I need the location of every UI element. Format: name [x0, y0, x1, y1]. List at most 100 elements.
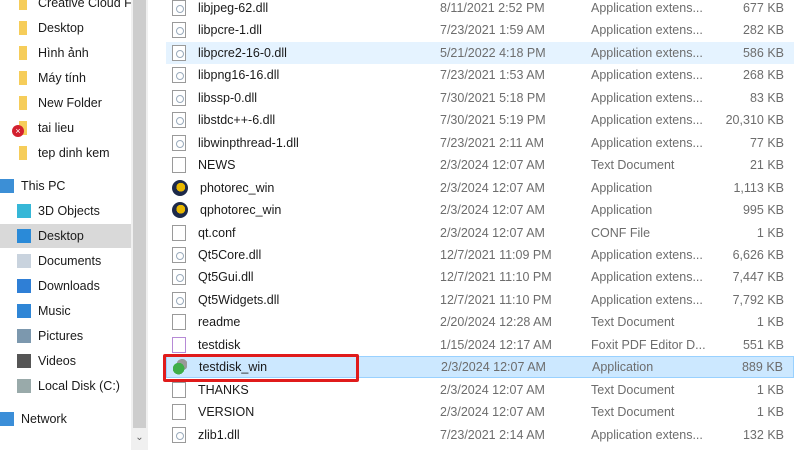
file-type: Application extens... [591, 68, 703, 83]
dll-file-icon [172, 269, 186, 286]
file-row[interactable]: qphotorec_win 2/3/2024 12:07 AM Applicatio… [166, 199, 794, 221]
file-row[interactable]: libpng16-16.dll 7/23/2021 1:53 AM Applicat… [166, 64, 794, 86]
nav-item-label: Máy tính [38, 71, 86, 85]
file-type: Application [591, 203, 653, 218]
file-name: libpcre2-16-0.dll [198, 45, 287, 60]
file-date: 7/23/2021 2:14 AM [440, 427, 545, 442]
nav-item[interactable]: Creative Cloud F [0, 0, 131, 15]
file-date: 2/3/2024 12:07 AM [440, 225, 545, 240]
file-row[interactable]: libjpeg-62.dll 8/11/2021 2:52 PM Applicati… [166, 0, 794, 19]
file-row[interactable]: zlib1.dll 7/23/2021 2:14 AM Application ex… [166, 424, 794, 446]
dll-file-icon [172, 246, 186, 263]
file-size: 1 KB [756, 382, 784, 397]
file-size: 268 KB [742, 68, 784, 83]
nav-item-label: Local Disk (C:) [38, 379, 120, 393]
file-name: readme [198, 315, 241, 330]
documents-icon [17, 254, 31, 268]
folder-icon [17, 96, 31, 110]
file-date: 7/30/2021 5:19 PM [440, 113, 546, 128]
app-file-icon [172, 202, 188, 219]
nav-item-label: New Folder [38, 96, 102, 110]
file-type: Application extens... [591, 1, 703, 15]
file-row[interactable]: libssp-0.dll 7/30/2021 5:18 PM Application… [166, 87, 794, 109]
nav-item[interactable]: 3D Objects [0, 199, 131, 223]
drive-icon [17, 379, 31, 393]
dll-file-icon [172, 134, 186, 151]
nav-item-label: Desktop [38, 229, 84, 243]
file-name: Qt5Gui.dll [198, 270, 254, 285]
file-name: VERSION [198, 405, 255, 420]
file-row[interactable]: readme 2/20/2024 12:28 AM Text Document 1 K… [166, 311, 794, 333]
pdf-file-icon [172, 336, 186, 353]
nav-item[interactable]: Local Disk (C:) [0, 374, 131, 398]
nav-item[interactable]: Máy tính [0, 66, 131, 90]
file-row[interactable]: Qt5Gui.dll 12/7/2021 11:10 PM Application … [166, 266, 794, 288]
file-row[interactable]: Qt5Core.dll 12/7/2021 11:09 PM Application… [166, 244, 794, 266]
file-name: NEWS [198, 158, 236, 173]
file-row[interactable]: testdisk 1/15/2024 12:17 AM Foxit PDF Edit… [166, 334, 794, 356]
file-row[interactable]: libpcre-1.dll 7/23/2021 1:59 AM Applicatio… [166, 19, 794, 41]
nav-item[interactable]: Desktop [0, 16, 131, 40]
nav-item[interactable]: Desktop [0, 224, 131, 248]
scrollbar-thumb[interactable] [133, 0, 146, 428]
file-date: 7/30/2021 5:18 PM [440, 90, 546, 105]
nav-item[interactable]: Videos [0, 349, 131, 373]
nav-item[interactable]: Documents [0, 249, 131, 273]
txt-file-icon [172, 381, 186, 398]
navigation-pane: Creative Cloud F Desktop Hình ảnh Máy tính N… [0, 0, 131, 450]
nav-item[interactable]: × tai lieu [0, 116, 131, 140]
nav-item[interactable]: Downloads [0, 274, 131, 298]
music-note-icon [17, 304, 31, 318]
file-type: Application extens... [591, 270, 703, 285]
nav-item[interactable]: New Folder [0, 91, 131, 115]
file-type: Text Document [591, 158, 675, 173]
file-date: 12/7/2021 11:09 PM [440, 247, 552, 262]
file-row[interactable]: VERSION 2/3/2024 12:07 AM Text Document 1 K… [166, 401, 794, 423]
nav-item[interactable]: This PC [0, 174, 131, 198]
file-type: Application extens... [591, 292, 703, 307]
file-size: 77 KB [749, 135, 784, 150]
nav-item-label: tai lieu [38, 121, 75, 135]
file-row[interactable]: qt.conf 2/3/2024 12:07 AM CONF File 1 KB [166, 222, 794, 244]
nav-item-label: Videos [38, 354, 76, 368]
nav-item[interactable]: Music [0, 299, 131, 323]
network-icon [0, 412, 14, 426]
file-type: Text Document [591, 405, 675, 420]
file-row[interactable]: photorec_win 2/3/2024 12:07 AM Application… [166, 177, 794, 199]
file-row[interactable]: libstdc++-6.dll 7/30/2021 5:19 PM Applicat… [166, 109, 794, 131]
file-date: 7/23/2021 2:11 AM [440, 135, 545, 150]
file-type: Text Document [591, 382, 675, 397]
nav-item[interactable]: Hình ảnh [0, 41, 131, 65]
nav-scrollbar[interactable]: ⌄ [131, 0, 148, 450]
nav-item-label: Network [21, 412, 67, 426]
nav-item-label: tep dinh kem [38, 146, 110, 160]
file-date: 7/23/2021 1:53 AM [440, 68, 545, 83]
scroll-down-arrow-icon[interactable]: ⌄ [131, 432, 148, 448]
nav-item[interactable]: tep dinh kem [0, 141, 131, 165]
file-name: Qt5Widgets.dll [198, 292, 280, 307]
highlight-box [163, 354, 359, 382]
file-date: 1/15/2024 12:17 AM [440, 337, 552, 352]
dll-file-icon [172, 112, 186, 129]
nav-item-label: Music [38, 304, 71, 318]
folder-icon [17, 21, 31, 35]
file-row[interactable]: NEWS 2/3/2024 12:07 AM Text Document 21 KB [166, 154, 794, 176]
file-size: 1 KB [756, 225, 784, 240]
nav-item-label: Pictures [38, 329, 84, 343]
nav-item-label: Hình ảnh [38, 46, 89, 60]
file-date: 2/3/2024 12:07 AM [440, 382, 545, 397]
file-name: libssp-0.dll [198, 90, 258, 105]
nav-item[interactable]: Network [0, 407, 131, 431]
file-date: 12/7/2021 11:10 PM [440, 292, 552, 307]
file-type: CONF File [591, 225, 651, 240]
file-type: Application extens... [591, 90, 703, 105]
file-row[interactable]: libwinpthread-1.dll 7/23/2021 2:11 AM Appl… [166, 132, 794, 154]
dll-file-icon [172, 22, 186, 39]
dll-file-icon [172, 44, 186, 61]
file-row[interactable]: Qt5Widgets.dll 12/7/2021 11:10 PM Applicat… [166, 289, 794, 311]
nav-item-label: 3D Objects [38, 204, 100, 218]
file-name: testdisk [198, 337, 241, 352]
nav-item[interactable]: Pictures [0, 324, 131, 348]
file-row[interactable]: libpcre2-16-0.dll 5/21/2022 4:18 PM Applic… [166, 41, 794, 64]
file-size: 995 KB [742, 203, 784, 218]
